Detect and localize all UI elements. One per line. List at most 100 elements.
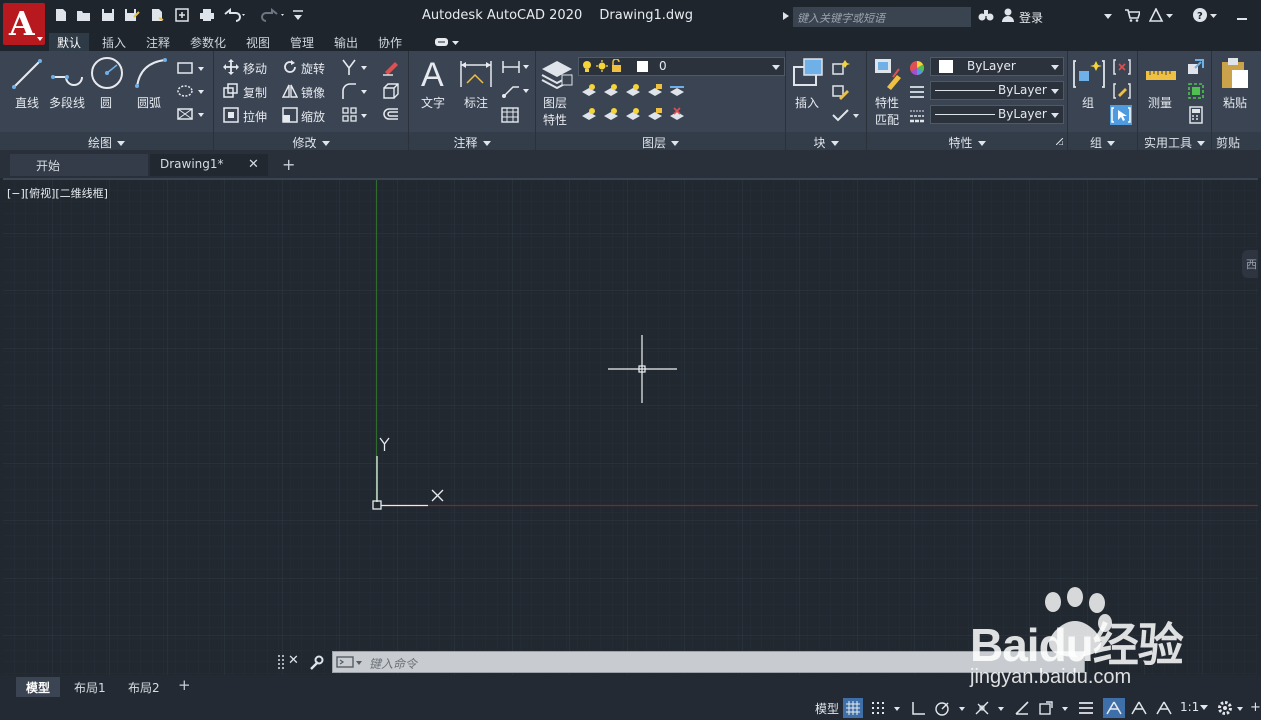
move-icon[interactable]: [223, 59, 239, 75]
tab-manage[interactable]: 管理: [282, 33, 322, 51]
plot-icon[interactable]: [199, 8, 215, 22]
tab-output[interactable]: 输出: [326, 33, 366, 51]
layout-tab-1[interactable]: 布局1: [64, 677, 116, 697]
linetype-icon[interactable]: [909, 84, 925, 100]
insert-label[interactable]: 插入: [795, 94, 819, 111]
customize-menu-icon[interactable]: [1077, 700, 1097, 716]
clipboard-panel-title[interactable]: 剪贴: [1212, 132, 1261, 150]
match-properties-icon[interactable]: [873, 57, 905, 91]
add-layout-icon[interactable]: +: [178, 676, 191, 694]
polar-toggle-icon[interactable]: [933, 700, 971, 716]
create-block-icon[interactable]: [831, 58, 851, 76]
hatch-icon[interactable]: [176, 84, 206, 98]
viewport-controls[interactable]: [−][俯视][二维线框]: [7, 185, 108, 201]
rotate-label[interactable]: 旋转: [301, 60, 325, 77]
fillet-icon[interactable]: [341, 82, 369, 100]
edit-block-icon[interactable]: [831, 82, 851, 100]
table-icon[interactable]: [501, 107, 519, 123]
tab-home[interactable]: 默认: [49, 33, 90, 51]
viewcube-label[interactable]: 西: [1242, 250, 1258, 278]
color-dropdown[interactable]: ByLayer: [930, 57, 1064, 76]
copy-label[interactable]: 复制: [243, 84, 267, 101]
text-label[interactable]: 文字: [421, 94, 445, 111]
auto-scale-icon[interactable]: [1130, 700, 1148, 716]
line-icon[interactable]: [11, 57, 43, 91]
lineweight-dropdown[interactable]: ByLayer: [930, 105, 1064, 124]
rectangle-icon[interactable]: [176, 61, 206, 75]
dimension-icon[interactable]: [459, 57, 493, 89]
minimize-icon[interactable]: [1236, 8, 1248, 22]
ungroup-icon[interactable]: [1113, 58, 1131, 76]
selection-cycling-icon[interactable]: [1038, 700, 1074, 716]
command-line-close-icon[interactable]: ✕: [288, 653, 299, 668]
mirror-label[interactable]: 镜像: [301, 84, 325, 101]
new-file-icon[interactable]: [54, 8, 68, 22]
paste-icon[interactable]: [1220, 56, 1250, 90]
group-label[interactable]: 组: [1082, 94, 1094, 111]
tab-parametric[interactable]: 参数化: [182, 33, 234, 51]
scale-dropdown-icon[interactable]: [1200, 705, 1208, 711]
arc-icon[interactable]: [134, 57, 168, 89]
erase-icon[interactable]: [381, 58, 401, 76]
linetype-dropdown[interactable]: ByLayer: [930, 81, 1064, 100]
tab-view[interactable]: 视图: [238, 33, 278, 51]
more-status-icon[interactable]: +: [1250, 700, 1261, 715]
close-tab-icon[interactable]: ✕: [248, 157, 259, 172]
layer-properties-icon[interactable]: [540, 57, 574, 89]
color-wheel-icon[interactable]: [909, 60, 925, 76]
osnap-tracking-icon[interactable]: [974, 700, 1010, 716]
move-label[interactable]: 移动: [243, 60, 267, 77]
grid-toggle-icon[interactable]: [843, 698, 863, 718]
snap-toggle-icon[interactable]: [870, 700, 902, 716]
tab-annotate[interactable]: 注释: [138, 33, 178, 51]
line-label[interactable]: 直线: [15, 94, 39, 111]
array-icon[interactable]: [341, 106, 369, 124]
login-dropdown-icon[interactable]: [1104, 14, 1112, 20]
search-expand-icon[interactable]: [783, 12, 789, 20]
command-prompt-icon[interactable]: [336, 655, 364, 669]
a360-icon[interactable]: [1149, 8, 1173, 22]
copy-icon[interactable]: [223, 83, 239, 99]
properties-panel-title[interactable]: 特性: [867, 132, 1067, 150]
layout-tab-2[interactable]: 布局2: [118, 677, 170, 697]
modify-panel-title[interactable]: 修改: [214, 132, 408, 150]
rotate-icon[interactable]: [282, 59, 298, 75]
command-input[interactable]: 键入命令: [332, 651, 1085, 673]
layer-tools-row-1-icons[interactable]: [580, 82, 692, 100]
scale-icon[interactable]: [282, 107, 298, 123]
layout-tab-model[interactable]: 模型: [16, 677, 61, 697]
featured-apps-icon[interactable]: [434, 36, 460, 48]
utilities-panel-title[interactable]: 实用工具: [1138, 132, 1211, 150]
insert-block-icon[interactable]: [792, 57, 826, 91]
trim-icon[interactable]: [341, 58, 369, 76]
tab-start[interactable]: 开始: [10, 154, 148, 176]
boundary-icon[interactable]: [176, 107, 206, 121]
match-properties-label-1[interactable]: 特性: [875, 94, 899, 111]
leader-icon[interactable]: [501, 83, 531, 99]
groups-panel-title[interactable]: 组: [1068, 132, 1137, 150]
annotation-scale-value[interactable]: 1:1: [1180, 700, 1199, 714]
annotation-panel-title[interactable]: 注释: [409, 132, 535, 150]
drawing-canvas[interactable]: 西: [3, 178, 1258, 675]
stretch-label[interactable]: 拉伸: [243, 108, 267, 125]
workspace-gear-icon[interactable]: [1216, 699, 1246, 717]
group-edit-icon[interactable]: [1113, 82, 1131, 100]
save-web-icon[interactable]: [175, 8, 191, 22]
circle-icon[interactable]: [90, 56, 124, 90]
annotation-visibility-icon[interactable]: [1103, 698, 1125, 718]
undo-icon[interactable]: [223, 8, 247, 22]
match-properties-label-2[interactable]: 匹配: [875, 111, 899, 128]
search-input[interactable]: 键入关键字或短语: [793, 7, 971, 27]
draw-panel-title[interactable]: 绘图: [0, 132, 213, 150]
arc-label[interactable]: 圆弧: [137, 94, 161, 111]
lineweight-icon[interactable]: [909, 108, 925, 124]
redo-icon[interactable]: [257, 8, 287, 22]
linear-dim-icon[interactable]: [501, 59, 531, 75]
polyline-label[interactable]: 多段线: [49, 94, 85, 111]
tab-insert[interactable]: 插入: [94, 33, 134, 51]
save-icon[interactable]: [101, 8, 115, 22]
application-menu-button[interactable]: A: [3, 3, 45, 45]
lineweight-toggle-icon[interactable]: [1014, 700, 1034, 716]
layer-properties-label-2[interactable]: 特性: [543, 111, 567, 128]
open-web-icon[interactable]: [150, 8, 166, 22]
